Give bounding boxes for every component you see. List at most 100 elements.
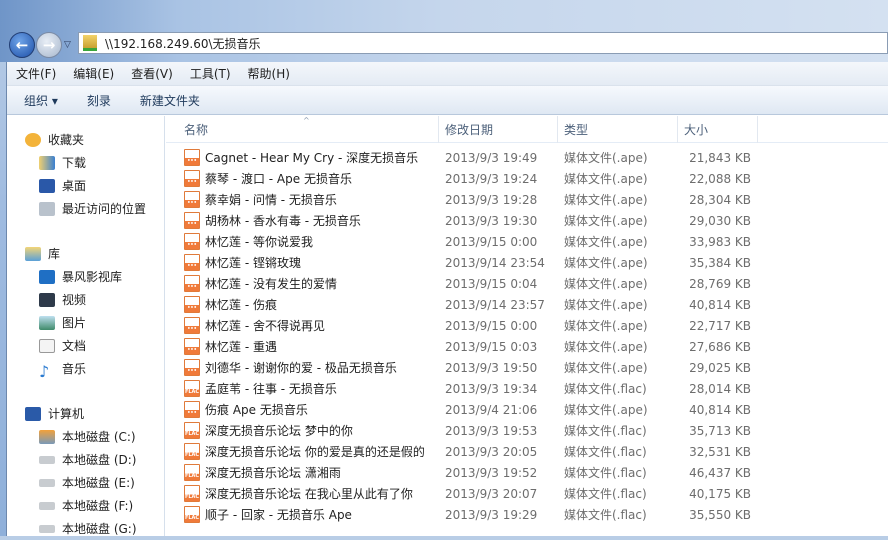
file-row[interactable]: FLAC 孟庭苇 - 往事 - 无损音乐 2013/9/3 19:34 媒体文件(… <box>166 378 888 399</box>
file-name-cell: ••• Cagnet - Hear My Cry - 深度无损音乐 <box>166 149 439 166</box>
column-date[interactable]: 修改日期 <box>439 115 558 143</box>
recent-pages-dropdown[interactable]: ▽ <box>64 40 71 50</box>
computer-icon <box>25 406 41 421</box>
file-name: 林忆莲 - 重遇 <box>205 340 277 354</box>
burn-button[interactable]: 刻录 <box>70 92 123 109</box>
file-date: 2013/9/15 0:04 <box>445 276 538 291</box>
file-row[interactable]: ••• 林忆莲 - 没有发生的爱情 2013/9/15 0:04 媒体文件(.ap… <box>166 273 888 294</box>
file-row[interactable]: FLAC 深度无损音乐论坛 在我心里从此有了你 2013/9/3 20:07 媒体… <box>166 483 888 504</box>
sidebar-item-drive-c[interactable]: 本地磁盘 (C:) <box>7 425 164 448</box>
back-button[interactable]: ← <box>9 32 35 58</box>
file-name: 林忆莲 - 没有发生的爱情 <box>205 277 337 291</box>
file-row[interactable]: ••• 刘德华 - 谢谢你的爱 - 极品无损音乐 2013/9/3 19:50 媒… <box>166 357 888 378</box>
ape-file-icon: ••• <box>184 212 200 229</box>
explorer-window: 文件(F) 编辑(E) 查看(V) 工具(T) 帮助(H) 组织 ▾ 刻录 新建… <box>6 62 888 536</box>
file-date: 2013/9/3 19:28 <box>445 192 538 207</box>
file-name: 林忆莲 - 伤痕 <box>205 298 277 312</box>
sidebar-favorites[interactable]: 收藏夹 <box>7 128 164 151</box>
file-type: 媒体文件(.ape) <box>564 403 648 417</box>
file-row[interactable]: ••• 胡杨林 - 香水有毒 - 无损音乐 2013/9/3 19:30 媒体文件… <box>166 210 888 231</box>
menu-view[interactable]: 查看(V) <box>122 65 181 82</box>
sidebar-item-pictures[interactable]: 图片 <box>7 311 164 334</box>
file-date: 2013/9/3 19:29 <box>445 507 538 522</box>
flac-file-icon: FLAC <box>184 506 200 523</box>
sidebar-item-baofeng[interactable]: 暴风影视库 <box>7 265 164 288</box>
ape-file-icon: ••• <box>184 317 200 334</box>
menu-edit[interactable]: 编辑(E) <box>64 65 122 82</box>
file-name-cell: FLAC 孟庭苇 - 往事 - 无损音乐 <box>166 380 439 397</box>
file-row[interactable]: ••• 林忆莲 - 等你说爱我 2013/9/15 0:00 媒体文件(.ape)… <box>166 231 888 252</box>
file-date: 2013/9/14 23:57 <box>445 297 545 312</box>
file-row[interactable]: FLAC 顺子 - 回家 - 无损音乐 Ape 2013/9/3 19:29 媒体… <box>166 504 888 525</box>
sidebar-item-videos[interactable]: 视频 <box>7 288 164 311</box>
film-icon <box>39 292 55 307</box>
new-folder-button[interactable]: 新建文件夹 <box>123 92 212 109</box>
file-type: 媒体文件(.ape) <box>564 319 648 333</box>
organize-button[interactable]: 组织 ▾ <box>7 92 70 109</box>
flac-file-icon: FLAC <box>184 380 200 397</box>
file-type: 媒体文件(.flac) <box>564 424 647 438</box>
library-icon <box>25 246 41 261</box>
file-name: 蔡琴 - 渡口 - Ape 无损音乐 <box>205 172 352 186</box>
file-size: 22,717 KB <box>689 318 751 333</box>
sidebar-item-desktop[interactable]: 桌面 <box>7 174 164 197</box>
sidebar-item-drive-e[interactable]: 本地磁盘 (E:) <box>7 471 164 494</box>
sidebar-item-drive-f[interactable]: 本地磁盘 (F:) <box>7 494 164 517</box>
sidebar-computer[interactable]: 计算机 <box>7 402 164 425</box>
file-row[interactable]: ••• 蔡琴 - 渡口 - Ape 无损音乐 2013/9/3 19:24 媒体文… <box>166 168 888 189</box>
file-name: 林忆莲 - 舍不得说再见 <box>205 319 325 333</box>
flac-file-icon: FLAC <box>184 485 200 502</box>
file-type: 媒体文件(.ape) <box>564 214 648 228</box>
file-row[interactable]: ••• 林忆莲 - 舍不得说再见 2013/9/15 0:00 媒体文件(.ape… <box>166 315 888 336</box>
file-row[interactable]: FLAC 深度无损音乐论坛 你的爱是真的还是假的 2013/9/3 20:05 媒… <box>166 441 888 462</box>
file-date: 2013/9/15 0:00 <box>445 234 538 249</box>
column-size[interactable]: 大小 <box>678 115 758 143</box>
file-date: 2013/9/15 0:03 <box>445 339 538 354</box>
ape-file-icon: ••• <box>184 359 200 376</box>
sidebar-item-music[interactable]: ♪ 音乐 <box>7 357 164 381</box>
file-name: Cagnet - Hear My Cry - 深度无损音乐 <box>205 151 419 165</box>
file-row[interactable]: ••• 蔡幸娟 - 问情 - 无损音乐 2013/9/3 19:28 媒体文件(.… <box>166 189 888 210</box>
sidebar-libraries[interactable]: 库 <box>7 242 164 265</box>
file-type: 媒体文件(.ape) <box>564 277 648 291</box>
file-row[interactable]: ••• 林忆莲 - 铿锵玫瑰 2013/9/14 23:54 媒体文件(.ape)… <box>166 252 888 273</box>
sidebar-item-drive-g[interactable]: 本地磁盘 (G:) <box>7 517 164 540</box>
ape-file-icon: ••• <box>184 338 200 355</box>
file-row[interactable]: FLAC 深度无损音乐论坛 梦中的你 2013/9/3 19:53 媒体文件(.f… <box>166 420 888 441</box>
file-row[interactable]: ••• 伤痕 Ape 无损音乐 2013/9/4 21:06 媒体文件(.ape)… <box>166 399 888 420</box>
sidebar-item-documents[interactable]: 文档 <box>7 334 164 357</box>
file-type: 媒体文件(.ape) <box>564 298 648 312</box>
recent-places-icon <box>39 201 55 216</box>
file-name: 深度无损音乐论坛 潇湘雨 <box>205 466 341 480</box>
drive-icon <box>39 455 55 464</box>
file-size: 40,175 KB <box>689 486 751 501</box>
file-row[interactable]: FLAC 深度无损音乐论坛 潇湘雨 2013/9/3 19:52 媒体文件(.fl… <box>166 462 888 483</box>
file-row[interactable]: ••• Cagnet - Hear My Cry - 深度无损音乐 2013/9/… <box>166 147 888 168</box>
file-date: 2013/9/3 20:05 <box>445 444 538 459</box>
address-bar[interactable]: \\192.168.249.60\无损音乐 <box>78 32 888 54</box>
column-type[interactable]: 类型 <box>558 115 678 143</box>
file-row[interactable]: ••• 林忆莲 - 重遇 2013/9/15 0:03 媒体文件(.ape) 27… <box>166 336 888 357</box>
system-drive-icon <box>39 429 55 444</box>
menu-help[interactable]: 帮助(H) <box>239 65 298 82</box>
file-name-cell: ••• 林忆莲 - 铿锵玫瑰 <box>166 254 439 271</box>
file-row[interactable]: ••• 林忆莲 - 伤痕 2013/9/14 23:57 媒体文件(.ape) 4… <box>166 294 888 315</box>
file-type: 媒体文件(.ape) <box>564 193 648 207</box>
network-folder-icon <box>83 35 97 51</box>
file-name-cell: ••• 林忆莲 - 没有发生的爱情 <box>166 275 439 292</box>
video-library-icon <box>39 269 55 284</box>
file-size: 33,983 KB <box>689 234 751 249</box>
menu-file[interactable]: 文件(F) <box>7 65 64 82</box>
file-size: 22,088 KB <box>689 171 751 186</box>
file-type: 媒体文件(.ape) <box>564 256 648 270</box>
file-name-cell: ••• 林忆莲 - 等你说爱我 <box>166 233 439 250</box>
file-date: 2013/9/15 0:00 <box>445 318 538 333</box>
flac-file-icon: FLAC <box>184 464 200 481</box>
sidebar-item-drive-d[interactable]: 本地磁盘 (D:) <box>7 448 164 471</box>
file-date: 2013/9/3 19:49 <box>445 150 538 165</box>
sidebar-item-recent[interactable]: 最近访问的位置 <box>7 197 164 220</box>
file-type: 媒体文件(.flac) <box>564 466 647 480</box>
sidebar-item-downloads[interactable]: 下载 <box>7 151 164 174</box>
forward-button[interactable]: → <box>36 32 62 58</box>
menu-tools[interactable]: 工具(T) <box>181 65 239 82</box>
